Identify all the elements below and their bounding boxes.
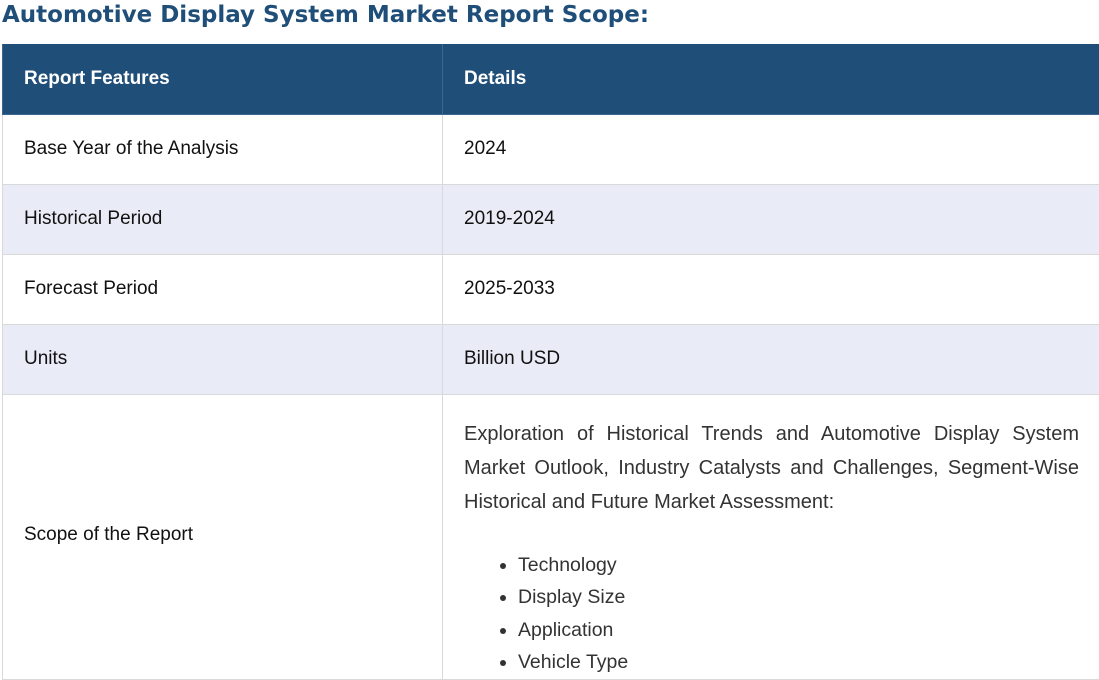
table-header-row: Report Features Details [3,44,1099,114]
table-row: Historical Period 2019-2024 [3,184,1099,254]
scope-description: Exploration of Historical Trends and Aut… [464,417,1079,519]
table-row: Base Year of the Analysis 2024 [3,114,1099,184]
row-detail-units: Billion USD [443,324,1099,394]
row-feature-historical-period: Historical Period [3,184,443,254]
row-feature-scope: Scope of the Report [3,394,443,679]
row-detail-historical-period: 2019-2024 [443,184,1099,254]
row-detail-forecast-period: 2025-2033 [443,254,1099,324]
row-detail-scope: Exploration of Historical Trends and Aut… [443,394,1099,679]
segment-list: Technology Display Size Application Vehi… [464,549,1079,679]
scope-label: Scope of the Report [24,524,193,545]
list-item-technology: Technology [518,549,1079,582]
list-item-application: Application [518,614,1079,647]
row-feature-base-year: Base Year of the Analysis [3,114,443,184]
table-row: Units Billion USD [3,324,1099,394]
list-item-vehicle-type: Vehicle Type [518,646,1079,679]
header-details: Details [443,44,1099,114]
list-item-display-size: Display Size [518,581,1079,614]
row-feature-units: Units [3,324,443,394]
report-scope-table: Report Features Details Base Year of the… [2,44,1099,680]
table-row-scope: Scope of the Report Exploration of Histo… [3,394,1099,679]
header-report-features: Report Features [3,44,443,114]
table-row: Forecast Period 2025-2033 [3,254,1099,324]
page-title: Automotive Display System Market Report … [2,0,649,32]
row-feature-forecast-period: Forecast Period [3,254,443,324]
row-detail-base-year: 2024 [443,114,1099,184]
